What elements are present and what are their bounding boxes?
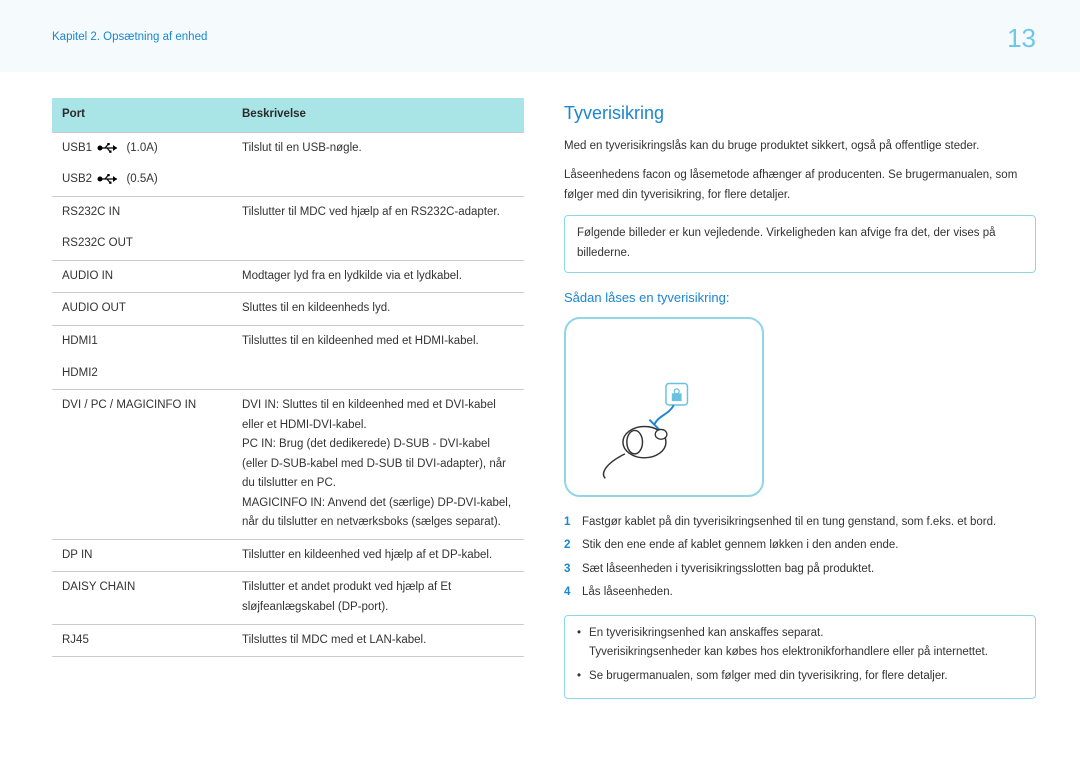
bullet-box: En tyverisikringsenhed kan anskaffes sep… [564,615,1036,700]
port-name: DAISY CHAIN [52,572,232,624]
step-number: 1 [564,513,572,533]
subsection-title: Sådan låses en tyverisikring: [564,287,1036,309]
left-column: Port Beskrivelse USB1 (1.0A)Tilslut til … [52,98,524,699]
lock-icon [576,325,752,485]
step-item: 2 Stik den ene ende af kablet gennem løkk… [564,536,1036,556]
bullet-text: Se brugermanualen, som følger med din ty… [589,667,948,687]
table-row: DAISY CHAINTilslutter et andet produkt v… [52,572,524,624]
table-row: USB2 (0.5A) [52,164,524,196]
port-desc: Sluttes til en kildeenheds lyd. [232,293,524,326]
intro-paragraph-1: Med en tyverisikringslås kan du bruge pr… [564,137,1036,157]
page-header: Kapitel 2. Opsætning af enhed 13 [0,0,1080,72]
port-desc [232,164,524,196]
lock-illustration [564,317,764,497]
port-name: USB1 (1.0A) [52,132,232,164]
bullet-subtext: Tyverisikringsenheder kan købes hos elek… [589,643,988,663]
port-name: RS232C IN [52,196,232,228]
main-content: Port Beskrivelse USB1 (1.0A)Tilslut til … [0,72,1080,719]
port-desc: Tilslutter et andet produkt ved hjælp af… [232,572,524,624]
port-name: DVI / PC / MAGICINFO IN [52,390,232,540]
port-desc: Tilslut til en USB-nøgle. [232,132,524,164]
step-text: Fastgør kablet på din tyverisikringsenhe… [582,513,996,533]
table-row: AUDIO INModtager lyd fra en lydkilde via… [52,260,524,293]
step-number: 2 [564,536,572,556]
port-name: USB2 (0.5A) [52,164,232,196]
table-row: AUDIO OUTSluttes til en kildeenheds lyd. [52,293,524,326]
intro-paragraph-2: Låseenhedens facon og låsemetode afhænge… [564,166,1036,205]
bullet-text: En tyverisikringsenhed kan anskaffes sep… [589,624,988,644]
port-desc: Tilslutter til MDC ved hjælp af en RS232… [232,196,524,228]
table-row: RS232C OUT [52,228,524,260]
step-item: 3 Sæt låseenheden i tyverisikringsslotten… [564,560,1036,580]
port-desc: Tilsluttes til MDC med et LAN-kabel. [232,624,524,657]
port-name: HDMI1 [52,326,232,358]
table-row: DP INTilslutter en kildeenhed ved hjælp … [52,539,524,572]
step-text: Stik den ene ende af kablet gennem løkke… [582,536,898,556]
step-text: Sæt låseenheden i tyverisikringsslotten … [582,560,874,580]
th-desc: Beskrivelse [232,98,524,132]
step-text: Lås låseenheden. [582,583,673,603]
table-row: HDMI2 [52,358,524,390]
port-name: AUDIO IN [52,260,232,293]
port-desc [232,358,524,390]
section-title: Tyverisikring [564,98,1036,129]
step-number: 3 [564,560,572,580]
port-name: AUDIO OUT [52,293,232,326]
table-row: RS232C INTilslutter til MDC ved hjælp af… [52,196,524,228]
th-port: Port [52,98,232,132]
port-name: RJ45 [52,624,232,657]
port-name: HDMI2 [52,358,232,390]
port-name: RS232C OUT [52,228,232,260]
port-name: DP IN [52,539,232,572]
port-desc: DVI IN: Sluttes til en kildeenhed med et… [232,390,524,540]
port-desc: Modtager lyd fra en lydkilde via et lydk… [232,260,524,293]
step-item: 4 Lås låseenheden. [564,583,1036,603]
note-box: Følgende billeder er kun vejledende. Vir… [564,215,1036,272]
table-row: HDMI1Tilsluttes til en kildeenhed med et… [52,326,524,358]
step-item: 1 Fastgør kablet på din tyverisikringsenh… [564,513,1036,533]
step-number: 4 [564,583,572,603]
port-desc [232,228,524,260]
breadcrumb: Kapitel 2. Opsætning af enhed [52,28,207,48]
port-table: Port Beskrivelse USB1 (1.0A)Tilslut til … [52,98,524,657]
table-row: USB1 (1.0A)Tilslut til en USB-nøgle. [52,132,524,164]
right-column: Tyverisikring Med en tyverisikringslås k… [564,98,1036,699]
page-number: 13 [1007,16,1036,60]
table-row: RJ45Tilsluttes til MDC med et LAN-kabel. [52,624,524,657]
step-list: 1 Fastgør kablet på din tyverisikringsenh… [564,513,1036,603]
table-row: DVI / PC / MAGICINFO INDVI IN: Sluttes t… [52,390,524,540]
port-desc: Tilsluttes til en kildeenhed med et HDMI… [232,326,524,358]
bullet-item: En tyverisikringsenhed kan anskaffes sep… [577,624,1023,663]
port-desc: Tilslutter en kildeenhed ved hjælp af et… [232,539,524,572]
bullet-item: Se brugermanualen, som følger med din ty… [577,667,1023,687]
